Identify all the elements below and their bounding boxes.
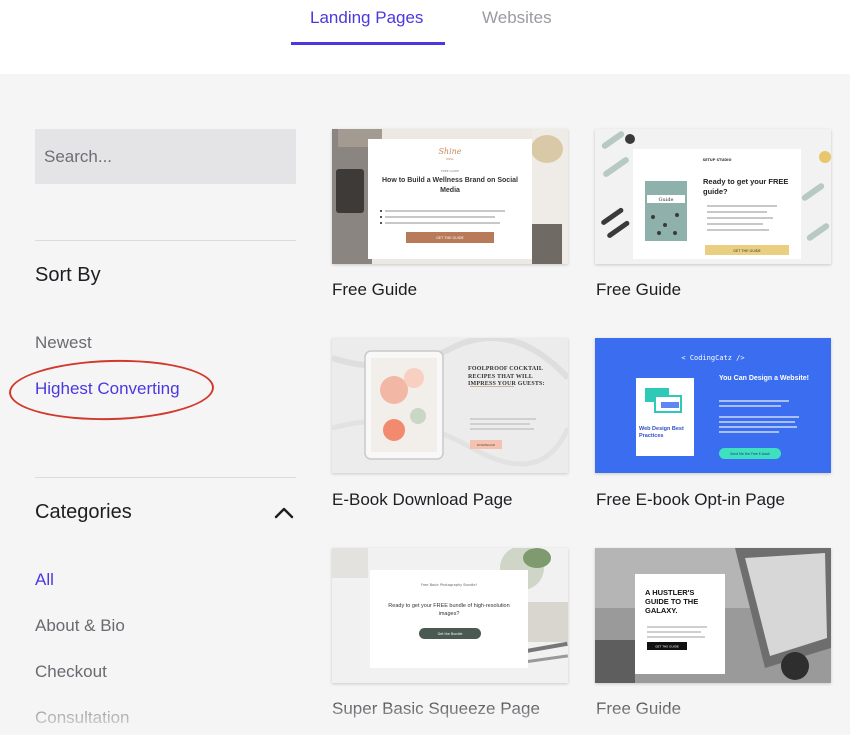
template-preview-image: Shine WELL FREE GUIDE How to Build a Wel… (332, 129, 568, 264)
template-preview-image: < CodingCatz /> Web Design Best Practice… (595, 338, 831, 473)
template-preview-image: Free Basic Photography Bundle! Ready to … (332, 548, 568, 683)
template-title[interactable]: Free Guide (596, 699, 681, 719)
sort-option-newest[interactable]: Newest (35, 333, 92, 353)
preview-button: GET THE GUIDE (733, 249, 760, 253)
template-title[interactable]: Super Basic Squeeze Page (332, 699, 540, 719)
category-about-bio[interactable]: About & Bio (35, 616, 125, 636)
sort-option-highest-converting[interactable]: Highest Converting (35, 379, 180, 399)
sort-by-heading: Sort By (35, 264, 101, 286)
preview-book-title: Web Design Best Practices (639, 426, 684, 439)
preview-brand: SETUP STUDIO (703, 158, 732, 162)
preview-headline: Ready to get your FREE bundle of high-re… (388, 603, 510, 617)
category-checkout[interactable]: Checkout (35, 662, 107, 682)
top-nav: Landing Pages Websites (0, 0, 850, 74)
preview-headline: How to Build a Wellness Brand on Social … (381, 177, 518, 194)
template-preview-image: A HUSTLER'S GUIDE TO THE GALAXY. GET THE… (595, 548, 831, 683)
preview-headline: FOOLPROOF COCKTAIL RECIPES THAT WILL IMP… (468, 366, 545, 387)
template-card-free-guide-wellness[interactable]: Shine WELL FREE GUIDE How to Build a Wel… (332, 129, 568, 264)
sidebar-divider (35, 240, 296, 241)
sidebar-divider (35, 477, 296, 478)
template-title[interactable]: E-Book Download Page (332, 490, 513, 510)
template-card-free-guide-studio[interactable]: SETUP STUDIO Guide Ready to get your FRE… (595, 129, 831, 264)
template-title[interactable]: Free E-book Opt-in Page (596, 490, 785, 510)
active-tab-indicator (291, 42, 445, 45)
tab-landing-pages[interactable]: Landing Pages (310, 8, 423, 28)
template-card-ebook-optin[interactable]: < CodingCatz /> Web Design Best Practice… (595, 338, 831, 473)
search-input[interactable] (35, 129, 296, 184)
preview-brand: < CodingCatz /> (681, 354, 744, 362)
category-consultation[interactable]: Consultation (35, 708, 130, 728)
preview-button: Get the Bundle (438, 632, 463, 636)
preview-kicker: Free Basic Photography Bundle! (421, 583, 477, 587)
template-card-squeeze-page[interactable]: Free Basic Photography Bundle! Ready to … (332, 548, 568, 683)
template-preview-image: FOOLPROOF COCKTAIL RECIPES THAT WILL IMP… (332, 338, 568, 473)
template-card-hustlers-guide[interactable]: A HUSTLER'S GUIDE TO THE GALAXY. GET THE… (595, 548, 831, 683)
template-title[interactable]: Free Guide (596, 280, 681, 300)
preview-headline: A HUSTLER'S GUIDE TO THE GALAXY. (645, 588, 699, 615)
preview-button: Send Me the Free E-book (730, 452, 770, 456)
preview-logo: Shine (438, 147, 461, 156)
categories-heading: Categories (35, 501, 132, 523)
preview-button: DOWNLOAD (477, 443, 496, 447)
chevron-up-icon[interactable] (272, 502, 296, 522)
template-card-ebook-download[interactable]: FOOLPROOF COCKTAIL RECIPES THAT WILL IMP… (332, 338, 568, 473)
preview-headline: You Can Design a Website! (719, 375, 809, 382)
template-preview-image: SETUP STUDIO Guide Ready to get your FRE… (595, 129, 831, 264)
preview-button: GET THE GUIDE (655, 645, 679, 649)
preview-headline: Ready to get your FREE guide? (703, 177, 789, 196)
preview-book-title: Guide (659, 197, 674, 203)
preview-kicker: FREE GUIDE (441, 169, 459, 173)
preview-button: GET THE GUIDE (436, 236, 463, 240)
template-title[interactable]: Free Guide (332, 280, 417, 300)
tab-websites[interactable]: Websites (482, 8, 552, 28)
category-all[interactable]: All (35, 570, 54, 590)
preview-logo-sub: WELL (446, 157, 455, 161)
